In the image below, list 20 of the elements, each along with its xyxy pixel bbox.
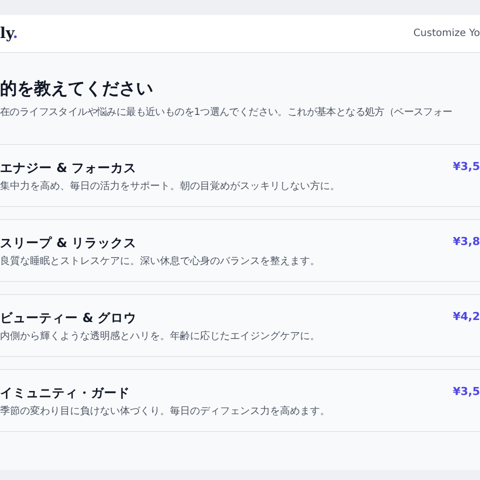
option-price: ¥3,8	[452, 234, 480, 250]
option-card[interactable]: ビューティー & グロウ 内側から輝くような透明感とハリを。年齢に応じたエイジングケアに。 ¥4,2	[0, 294, 480, 357]
option-description: 季節の変わり目に負けない体づくり。毎日のディフェンス力を高めます。	[0, 405, 330, 419]
option-description: 内側から輝くような透明感とハリを。年齢に応じたエイジングケアに。	[0, 330, 320, 344]
option-title: ビューティー & グロウ	[0, 309, 138, 327]
option-card[interactable]: イミュニティ・ガード 季節の変わり目に負けない体づくり。毎日のディフェンス力を高めます。 ¥3,5	[0, 369, 480, 432]
option-title: スリープ & リラックス	[0, 234, 138, 252]
logo[interactable]: ly.	[0, 22, 18, 45]
option-description: 良質な睡眠とストレスケアに。深い休息で心身のバランスを整えます。	[0, 255, 320, 269]
page-heading: 的を教えてください	[0, 78, 154, 100]
option-price: ¥3,5	[452, 384, 480, 400]
option-price: ¥3,5	[452, 159, 480, 175]
customize-link[interactable]: Customize Yo	[413, 26, 480, 41]
option-price: ¥4,2	[452, 309, 480, 325]
page-subtitle: 在のライフスタイルや悩みに最も近いものを1つ選んでください。これが基本となる処方（ベースフォー	[0, 106, 454, 120]
option-card[interactable]: スリープ & リラックス 良質な睡眠とストレスケアに。深い休息で心身のバランスを整えます。 ¥3,8	[0, 219, 480, 282]
option-card[interactable]: エナジー & フォーカス 集中力を高め、毎日の活力をサポート。朝の目覚めがスッキリしない方に。 ¥3,5	[0, 144, 480, 207]
option-title: エナジー & フォーカス	[0, 159, 138, 177]
option-description: 集中力を高め、毎日の活力をサポート。朝の目覚めがスッキリしない方に。	[0, 180, 340, 194]
option-title: イミュニティ・ガード	[0, 384, 131, 402]
